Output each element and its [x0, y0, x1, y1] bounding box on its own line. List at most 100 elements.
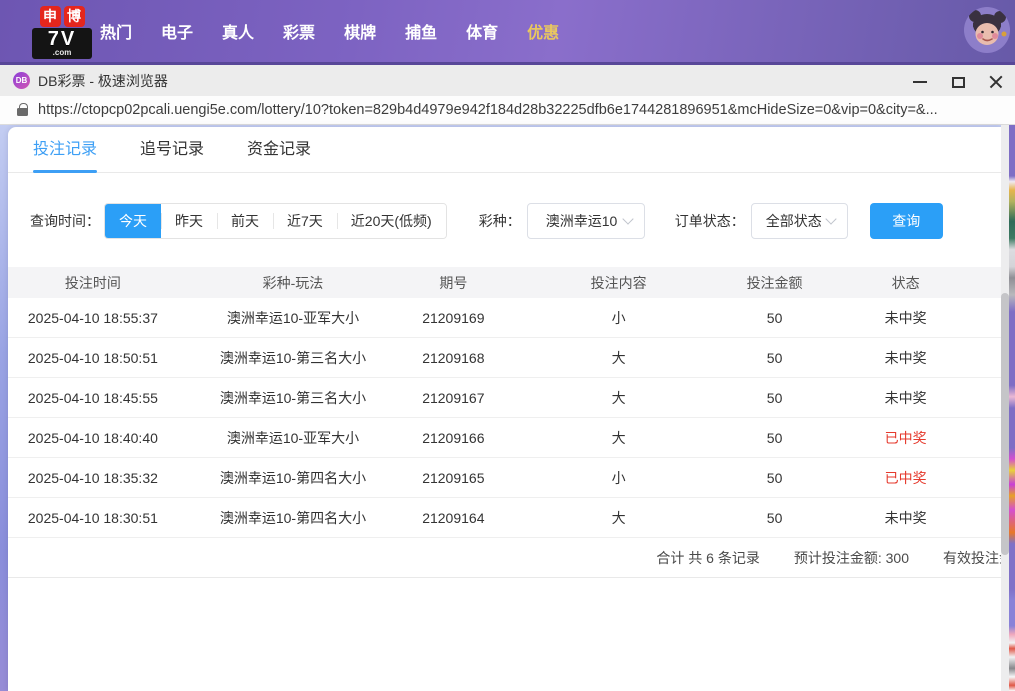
- logo-badge-shen: 申: [40, 6, 61, 27]
- filter-bar: 查询时间： 今天 昨天 前天 近7天 近20天(低频) 彩种： 澳洲幸运10 订…: [8, 203, 1001, 239]
- header-bet-time: 投注时间: [8, 273, 178, 293]
- header-bet-content: 投注内容: [499, 273, 739, 293]
- status-filter-label: 订单状态：: [675, 211, 745, 231]
- cell-game-play: 澳洲幸运10-第四名大小: [178, 508, 408, 528]
- lock-icon: [17, 108, 28, 116]
- content-card: 投注记录 追号记录 资金记录 查询时间： 今天 昨天 前天 近7天 近20天(低…: [8, 127, 1001, 691]
- background-page-sliver: [1009, 125, 1015, 691]
- table-header-row: 投注时间 彩种-玩法 期号 投注内容 投注金额 状态: [8, 267, 1001, 298]
- window-controls: [901, 65, 1015, 99]
- cell-bet-amount: 50: [739, 350, 810, 366]
- cell-status: 未中奖: [810, 308, 1001, 328]
- cell-issue: 21209164: [408, 510, 498, 526]
- window-title: DB彩票 - 极速浏览器: [38, 71, 168, 91]
- table-row: 2025-04-10 18:50:51 澳洲幸运10-第三名大小 2120916…: [8, 338, 1001, 378]
- cell-bet-amount: 50: [739, 470, 810, 486]
- screen: 申 博 7V .com 热门 电子 真人 彩票 棋牌 捕鱼 体育 优惠: [0, 0, 1015, 691]
- table-row: 2025-04-10 18:55:37 澳洲幸运10-亚军大小 21209169…: [8, 298, 1001, 338]
- summary-valid-amount: 有效投注金: [943, 548, 1001, 568]
- site-logo[interactable]: 申 博 7V .com: [32, 6, 92, 59]
- tab-chase-records[interactable]: 追号记录: [140, 127, 204, 173]
- minimize-button[interactable]: [901, 65, 939, 99]
- header-status: 状态: [810, 273, 1001, 293]
- url-text[interactable]: https://ctopcp02pcali.uengi5e.com/lotter…: [38, 102, 998, 118]
- nav-item-hot[interactable]: 热门: [100, 19, 132, 43]
- search-button[interactable]: 查询: [870, 203, 943, 239]
- cell-status: 未中奖: [810, 508, 1001, 528]
- table-row: 2025-04-10 18:30:51 澳洲幸运10-第四名大小 2120916…: [8, 498, 1001, 538]
- user-avatar[interactable]: [964, 7, 1010, 53]
- site-nav-bar: 申 博 7V .com 热门 电子 真人 彩票 棋牌 捕鱼 体育 优惠: [0, 0, 1015, 62]
- cell-game-play: 澳洲幸运10-第四名大小: [178, 468, 408, 488]
- cell-issue: 21209165: [408, 470, 498, 486]
- cell-bet-time: 2025-04-10 18:50:51: [8, 350, 178, 366]
- table-row: 2025-04-10 18:45:55 澳洲幸运10-第三名大小 2120916…: [8, 378, 1001, 418]
- summary-total-count: 合计 共 6 条记录: [656, 548, 759, 568]
- cell-bet-content: 大: [499, 348, 739, 368]
- cell-status: 已中奖: [810, 468, 1001, 488]
- tab-bet-records[interactable]: 投注记录: [33, 127, 97, 173]
- time-option-7days[interactable]: 近7天: [273, 204, 337, 238]
- logo-domain: .com: [34, 49, 90, 57]
- cell-bet-amount: 50: [739, 510, 810, 526]
- nav-item-chess[interactable]: 棋牌: [344, 19, 376, 43]
- time-option-today[interactable]: 今天: [105, 204, 161, 238]
- cell-bet-content: 小: [499, 468, 739, 488]
- cell-bet-amount: 50: [739, 390, 810, 406]
- cell-issue: 21209166: [408, 430, 498, 446]
- maximize-button[interactable]: [939, 65, 977, 99]
- cell-bet-time: 2025-04-10 18:40:40: [8, 430, 178, 446]
- summary-expected-amount: 预计投注金额: 300: [794, 548, 909, 568]
- scrollbar-thumb[interactable]: [1001, 293, 1009, 555]
- time-option-20days[interactable]: 近20天(低频): [337, 204, 446, 238]
- logo-badges: 申 博: [32, 6, 92, 27]
- cell-bet-time: 2025-04-10 18:30:51: [8, 510, 178, 526]
- logo-brand: 7V: [34, 29, 90, 49]
- cell-status: 未中奖: [810, 388, 1001, 408]
- cell-bet-content: 大: [499, 508, 739, 528]
- nav-item-slots[interactable]: 电子: [161, 19, 193, 43]
- time-option-yesterday[interactable]: 昨天: [161, 204, 217, 238]
- cell-bet-content: 大: [499, 388, 739, 408]
- browser-viewport: 投注记录 追号记录 资金记录 查询时间： 今天 昨天 前天 近7天 近20天(低…: [0, 125, 1015, 691]
- order-status-select[interactable]: 全部状态: [751, 203, 848, 239]
- header-issue: 期号: [408, 273, 498, 293]
- chevron-down-icon: [825, 213, 836, 224]
- cell-issue: 21209169: [408, 310, 498, 326]
- nav-item-live[interactable]: 真人: [222, 19, 254, 43]
- status-select-value: 全部状态: [766, 211, 822, 231]
- nav-item-sports[interactable]: 体育: [466, 19, 498, 43]
- minimize-icon: [913, 81, 927, 83]
- logo-plate: 7V .com: [32, 28, 92, 59]
- favicon-db-icon: DB: [13, 72, 30, 89]
- header-game-play: 彩种-玩法: [178, 273, 408, 293]
- table-row: 2025-04-10 18:35:32 澳洲幸运10-第四名大小 2120916…: [8, 458, 1001, 498]
- header-bet-amount: 投注金额: [739, 273, 810, 293]
- time-filter-label: 查询时间：: [30, 211, 100, 231]
- lottery-select-value: 澳洲幸运10: [546, 211, 618, 231]
- cell-game-play: 澳洲幸运10-第三名大小: [178, 388, 408, 408]
- bet-records-table: 投注时间 彩种-玩法 期号 投注内容 投注金额 状态 2025-04-10 18…: [8, 267, 1001, 538]
- table-row: 2025-04-10 18:40:40 澳洲幸运10-亚军大小 21209166…: [8, 418, 1001, 458]
- cell-issue: 21209168: [408, 350, 498, 366]
- time-option-daybefore[interactable]: 前天: [217, 204, 273, 238]
- nav-item-promo[interactable]: 优惠: [527, 19, 559, 43]
- browser-titlebar[interactable]: DB DB彩票 - 极速浏览器: [0, 62, 1015, 96]
- time-range-group: 今天 昨天 前天 近7天 近20天(低频): [104, 203, 447, 239]
- nav-item-fishing[interactable]: 捕鱼: [405, 19, 437, 43]
- cell-game-play: 澳洲幸运10-亚军大小: [178, 428, 408, 448]
- close-icon: [989, 75, 1003, 89]
- vertical-scrollbar[interactable]: [1001, 125, 1009, 691]
- cell-status: 已中奖: [810, 428, 1001, 448]
- record-tabs: 投注记录 追号记录 资金记录: [8, 127, 1001, 173]
- site-nav-items: 热门 电子 真人 彩票 棋牌 捕鱼 体育 优惠: [100, 0, 559, 62]
- close-button[interactable]: [977, 65, 1015, 99]
- cell-bet-time: 2025-04-10 18:45:55: [8, 390, 178, 406]
- tab-fund-records[interactable]: 资金记录: [247, 127, 311, 173]
- cell-bet-time: 2025-04-10 18:55:37: [8, 310, 178, 326]
- nav-item-lottery[interactable]: 彩票: [283, 19, 315, 43]
- cell-bet-amount: 50: [739, 430, 810, 446]
- cell-bet-content: 小: [499, 308, 739, 328]
- lottery-select[interactable]: 澳洲幸运10: [527, 203, 645, 239]
- address-bar[interactable]: https://ctopcp02pcali.uengi5e.com/lotter…: [0, 96, 1015, 125]
